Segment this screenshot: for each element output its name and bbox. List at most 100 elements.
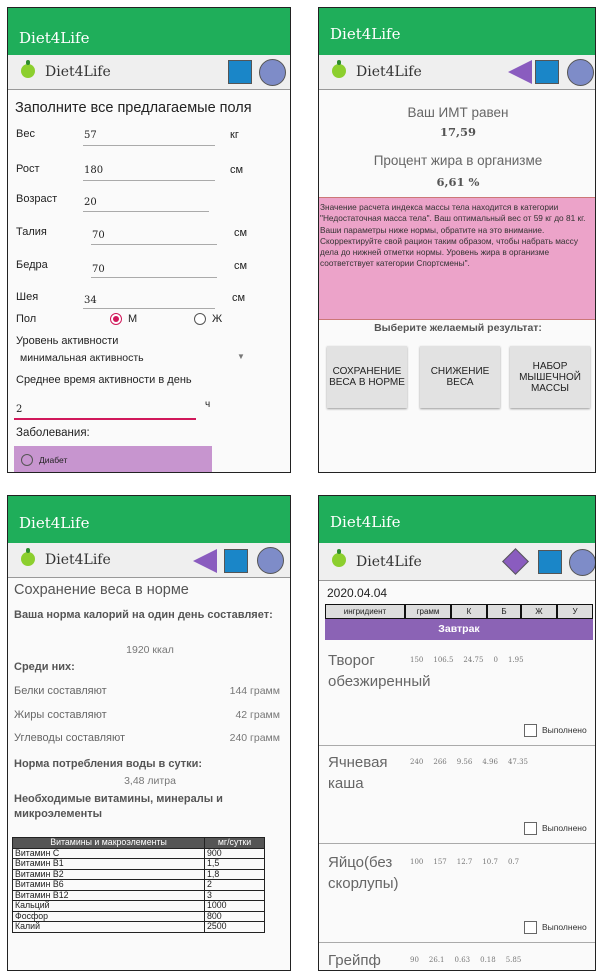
waist-input[interactable]: 70 — [92, 230, 105, 241]
radio-diabetes[interactable] — [21, 454, 33, 466]
col-ingredient: ингридиент — [325, 604, 405, 619]
time-label: Среднее время активности в день — [16, 374, 192, 386]
food-values: 100 157 12.7 10.7 0.7 — [410, 858, 529, 866]
value-u: 5.85 — [505, 956, 522, 964]
weight-input[interactable]: 57 — [84, 130, 97, 141]
water-label: Норма потребления воды в сутки: — [14, 758, 203, 770]
lose-weight-button[interactable]: СНИЖЕНИЕ ВЕСА — [420, 346, 500, 408]
toolbar: Diet4Life — [319, 543, 595, 581]
fat-value: 6,61 % — [436, 175, 480, 189]
food-name: Творог обезжиренный — [328, 652, 431, 690]
radio-male[interactable] — [110, 313, 122, 325]
field-label: Возраст — [16, 193, 58, 205]
table-cell: Кальций — [12, 900, 205, 912]
table-head-cell: мг/сутки — [204, 837, 265, 849]
vitamins-label: Необходимые витамины, минералы и микроэл… — [14, 793, 223, 820]
table-cell: 2500 — [204, 921, 265, 933]
table-cell: 3 — [204, 889, 265, 901]
circle-icon[interactable] — [257, 547, 284, 574]
apple-icon — [21, 548, 35, 566]
table-row: Витамин В12 3 — [12, 889, 265, 901]
carbs-label: Углеводы составляют — [14, 732, 126, 744]
bmi-value: 17,59 — [439, 125, 476, 139]
protein-label: Белки составляют — [14, 685, 107, 697]
value-k: 266 — [433, 758, 447, 766]
col-b: Б — [487, 604, 521, 619]
radio-female[interactable] — [194, 313, 206, 325]
hips-input[interactable]: 70 — [92, 264, 105, 275]
value-k: 106.5 — [433, 656, 454, 664]
radio-female-label: Ж — [212, 313, 223, 325]
done-label: Выполнено — [542, 725, 587, 735]
screen-norm: Diet4Life Diet4Life Сохранение веса в но… — [7, 495, 291, 971]
keep-weight-button[interactable]: СОХРАНЕНИЕ ВЕСА В НОРМЕ — [327, 346, 407, 408]
value-b: 9.56 — [456, 758, 473, 766]
blue-square-icon[interactable] — [535, 60, 559, 84]
col-u: У — [557, 604, 593, 619]
height-input[interactable]: 180 — [84, 165, 103, 176]
col-k: К — [451, 604, 487, 619]
done-label: Выполнено — [542, 823, 587, 833]
form-heading: Заполните все предлагаемые поля — [15, 100, 252, 116]
back-triangle-icon[interactable] — [193, 549, 217, 573]
time-input[interactable]: 2 — [16, 404, 22, 415]
table-row: Фосфор 800 — [12, 910, 265, 922]
blue-square-icon[interactable] — [538, 550, 562, 574]
circle-icon[interactable] — [567, 59, 594, 86]
table-row: Кальций 1000 — [12, 900, 265, 912]
activity-select[interactable]: минимальная активность — [20, 352, 144, 364]
advice-text: Значение расчета индекса массы тела нахо… — [319, 197, 595, 320]
divider — [319, 745, 595, 746]
done-checkbox[interactable] — [524, 921, 537, 934]
activity-label: Уровень активности — [16, 335, 119, 347]
field-unit: кг — [230, 129, 239, 141]
value-g: 240 — [410, 758, 424, 766]
app-header: Diet4Life — [8, 496, 290, 543]
table-cell: 800 — [204, 910, 265, 922]
field-unit: см — [230, 164, 244, 176]
brand-title: Diet4Life — [356, 554, 422, 570]
gain-muscle-button[interactable]: НАБОР МЫШЕЧНОЙ МАССЫ — [510, 346, 590, 408]
value-g: 90 — [410, 956, 419, 964]
value-g: 150 — [410, 656, 424, 664]
table-row: Калий 2500 — [12, 921, 265, 933]
circle-icon[interactable] — [259, 59, 286, 86]
done-checkbox[interactable] — [524, 724, 537, 737]
field-unit: см — [234, 260, 248, 272]
apple-icon — [332, 549, 346, 567]
apple-icon — [332, 60, 346, 78]
value-b: 24.75 — [463, 656, 484, 664]
menu-date: 2020.04.04 — [327, 586, 388, 600]
table-cell: Калий — [12, 921, 205, 933]
value-u: 47.35 — [507, 758, 528, 766]
table-cell: Витамин В2 — [12, 868, 205, 880]
age-input[interactable]: 20 — [84, 197, 97, 208]
diamond-icon[interactable] — [502, 548, 529, 575]
back-triangle-icon[interactable] — [508, 60, 532, 84]
blue-square-icon[interactable] — [224, 549, 248, 573]
value-g: 100 — [410, 858, 424, 866]
field-label: Вес — [16, 128, 35, 140]
neck-input[interactable]: 34 — [84, 295, 97, 306]
app-header: Diet4Life — [319, 8, 595, 55]
table-cell: 1,5 — [204, 858, 265, 870]
value-b: 12.7 — [456, 858, 473, 866]
disease-label: Заболевания: — [16, 427, 90, 439]
col-j: Ж — [521, 604, 557, 619]
value-j: 4.96 — [482, 758, 498, 766]
food-values: 240 266 9.56 4.96 47.35 — [410, 758, 538, 766]
among-label: Среди них: — [14, 661, 75, 673]
chevron-down-icon[interactable]: ▼ — [237, 352, 245, 361]
field-unit: см — [234, 227, 248, 239]
food-name: Ячневая каша — [328, 754, 388, 792]
done-checkbox[interactable] — [524, 822, 537, 835]
water-value: 3,48 литра — [124, 775, 176, 787]
food-name: Яйцо(без скорлупы) — [328, 854, 399, 892]
food-values: 90 26.1 0.63 0.18 5.85 — [410, 956, 531, 964]
circle-icon[interactable] — [569, 549, 595, 576]
table-cell: 2 — [204, 879, 265, 891]
table-row: Витамин В1 1,5 — [12, 858, 265, 870]
app-title: Diet4Life — [330, 513, 401, 531]
blue-square-icon[interactable] — [228, 60, 252, 84]
table-header: Витамины и макроэлементы мг/сутки — [12, 837, 265, 849]
